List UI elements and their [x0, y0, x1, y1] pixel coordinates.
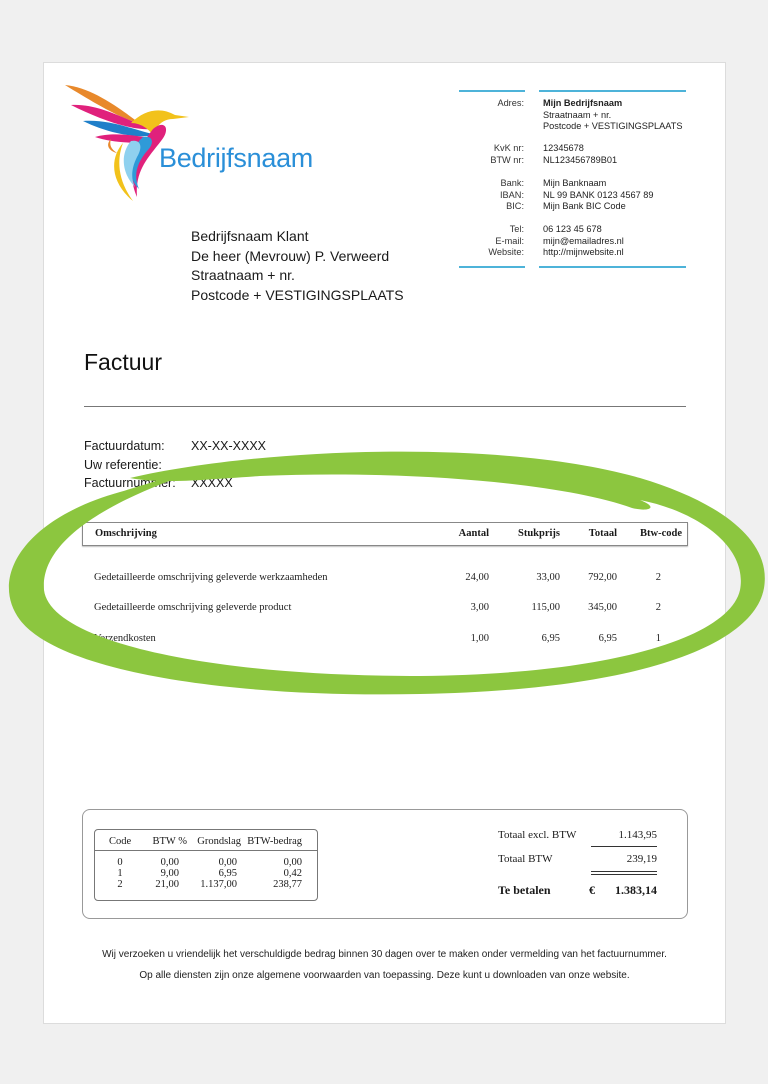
payment-note: Wij verzoeken u vriendelijk het verschul… — [102, 949, 667, 960]
amount-due-value: 1.383,14 — [615, 883, 657, 897]
line-items-header: Omschrijving Aantal Stukprijs Totaal Btw… — [82, 522, 688, 546]
vat-summary-row: 1 9,00 6,95 0,42 — [117, 868, 302, 879]
client-company: Bedrijfsnaam Klant — [191, 228, 309, 244]
totals-rule — [591, 846, 657, 847]
currency-symbol: € — [589, 883, 595, 897]
line-item: Gedetailleerde omschrijving geleverde we… — [94, 572, 661, 583]
vat-summary-row: 0 0,00 0,00 0,00 — [117, 857, 302, 868]
client-address: Bedrijfsnaam Klant De heer (Mevrouw) P. … — [191, 227, 404, 305]
total-vat-value: 239,19 — [626, 853, 657, 865]
sender-details: Adres: Mijn Bedrijfsnaam Straatnaam + nr… — [459, 90, 689, 270]
invoice-page: Bedrijfsnaam Adres: Mijn Bedrijfsnaam St… — [43, 62, 726, 1024]
accent-rule — [459, 266, 525, 268]
total-excl-value: 1.143,95 — [618, 829, 658, 841]
header-description: Omschrijving — [95, 528, 157, 539]
vat-summary-table: Code BTW % Grondslag BTW-bedrag 0 0,00 0… — [94, 829, 318, 901]
accent-rule — [459, 90, 525, 92]
client-street: Straatnaam + nr. — [191, 267, 295, 283]
terms-note: Op alle diensten zijn onze algemene voor… — [139, 970, 630, 981]
line-item: Gedetailleerde omschrijving geleverde pr… — [94, 602, 661, 613]
vat-summary-row: 2 21,00 1.137,00 238,77 — [117, 879, 302, 890]
totals-double-rule — [591, 871, 657, 872]
company-name: Bedrijfsnaam — [159, 143, 313, 173]
total-excl-label: Totaal excl. BTW — [498, 829, 577, 841]
client-city: Postcode + VESTIGINGSPLAATS — [191, 286, 404, 303]
hummingbird-icon — [65, 85, 189, 201]
header-vat-code: Btw-code — [640, 528, 682, 539]
client-contact: De heer (Mevrouw) P. Verweerd — [191, 247, 390, 264]
summary-box: Code BTW % Grondslag BTW-bedrag 0 0,00 0… — [82, 809, 688, 919]
amount-due-label: Te betalen — [498, 883, 551, 897]
accent-rule — [539, 266, 686, 268]
company-logo: Bedrijfsnaam — [61, 79, 313, 204]
total-vat-label: Totaal BTW — [498, 853, 553, 865]
title-divider — [84, 406, 686, 407]
vat-summary-header: Code BTW % Grondslag BTW-bedrag — [95, 830, 317, 851]
header-quantity: Aantal — [458, 528, 489, 539]
header-total: Totaal — [588, 528, 617, 539]
accent-rule — [539, 90, 686, 92]
totals-double-rule — [591, 874, 657, 875]
invoice-title: Factuur — [84, 349, 162, 375]
header-unit-price: Stukprijs — [517, 528, 560, 539]
line-item: Verzendkosten 1,00 6,95 6,95 1 — [94, 633, 661, 644]
